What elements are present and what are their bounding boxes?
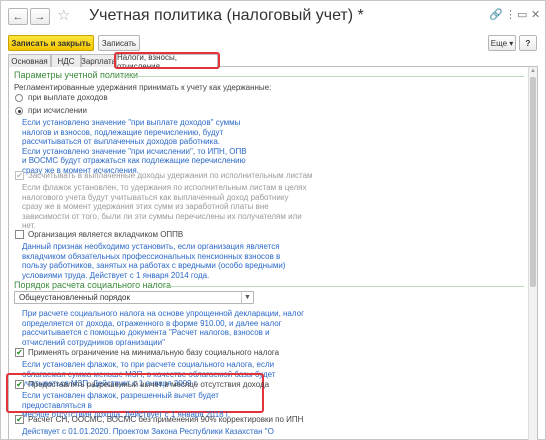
ipn-adjustment-checkbox[interactable]: ✔ (15, 415, 24, 424)
writ-checkbox[interactable]: ✔ (15, 171, 24, 180)
social-tax-note: При расчете социального налога на основе… (22, 309, 305, 347)
section-divider (164, 286, 524, 287)
tab-main[interactable]: Основная (8, 54, 51, 67)
radio-on-accrual-label: при исчислении (28, 106, 87, 115)
deduction-checkbox[interactable]: ✔ (15, 380, 24, 389)
min-base-checkbox[interactable]: ✔ (15, 348, 24, 357)
radio-on-payment[interactable] (15, 94, 23, 102)
vertical-scrollbar[interactable]: ▲ (528, 67, 537, 440)
radio-on-accrual[interactable] (15, 107, 23, 115)
radio-on-payment-label: при выплате доходов (28, 93, 108, 102)
section-title-social-tax: Порядок расчета социального налога (14, 280, 172, 290)
forward-button[interactable]: → (30, 8, 50, 25)
section-title-withholding: Параметры учетной политики (14, 70, 139, 80)
window-title: Учетная политика (налоговый учет) * (89, 7, 364, 24)
withholding-note: Если установлено значение "при выплате д… (22, 118, 247, 175)
close-icon[interactable]: ✕ (531, 10, 540, 21)
oppv-checkbox[interactable] (15, 230, 24, 239)
help-button[interactable]: ? (519, 35, 537, 51)
save-button[interactable]: Записать (98, 35, 140, 51)
ipn-adjustment-checkbox-label: Расчет СН, ООСМС, ВОСМС без применения 9… (28, 415, 304, 424)
deduction-checkbox-label: Предоставлять разрешенный вычет в месяце… (28, 380, 270, 389)
link-icon[interactable]: 🔗 (489, 10, 503, 21)
save-and-close-button[interactable]: Записать и закрыть (8, 35, 94, 51)
chevron-down-icon[interactable]: ▼ (241, 292, 253, 303)
back-button[interactable]: ← (8, 8, 28, 25)
oppv-note: Данный признак необходимо установить, ес… (22, 242, 286, 280)
command-bar: Записать и закрыть Записать Еще ▾ ? (1, 35, 546, 53)
scroll-up-icon[interactable]: ▲ (530, 68, 536, 74)
more-actions-button[interactable]: Еще ▾ (488, 35, 516, 51)
social-tax-order-value: Общеустановленный порядок (19, 293, 131, 302)
social-tax-order-select[interactable]: Общеустановленный порядок ▼ (14, 291, 254, 304)
arrow-right-icon: → (34, 10, 46, 23)
writ-note: Если флажок установлен, то удержания по … (22, 183, 307, 230)
tab-vat[interactable]: НДС (51, 54, 81, 67)
oppv-checkbox-label: Организация является вкладчиком ОППВ (28, 230, 184, 239)
title-bar: ← → ☆ Учетная политика (налоговый учет) … (1, 1, 546, 31)
tab-content: Параметры учетной политики Регламентиров… (6, 67, 538, 440)
min-base-checkbox-label: Применять ограничение на минимальную баз… (28, 348, 280, 357)
more-menu-icon[interactable]: ⋮ (505, 10, 516, 21)
maximize-icon[interactable]: ▭ (517, 10, 527, 21)
writ-checkbox-label: Засчитывать в выплаченные доходы удержан… (28, 171, 313, 180)
favorite-star-icon[interactable]: ☆ (57, 6, 70, 24)
arrow-left-icon: ← (12, 10, 24, 23)
section-divider (119, 76, 524, 77)
tab-salary[interactable]: Зарплата (81, 54, 116, 67)
tab-bar: Основная НДС Зарплата Налоги, взносы, от… (8, 53, 538, 71)
withholding-subtitle: Регламентированные удержания принимать к… (14, 83, 272, 92)
ipn-note: Действует с 01.01.2020. Проектом Закона … (22, 427, 274, 436)
scroll-thumb[interactable] (530, 77, 536, 287)
app-window: ← → ☆ Учетная политика (налоговый учет) … (0, 0, 546, 440)
